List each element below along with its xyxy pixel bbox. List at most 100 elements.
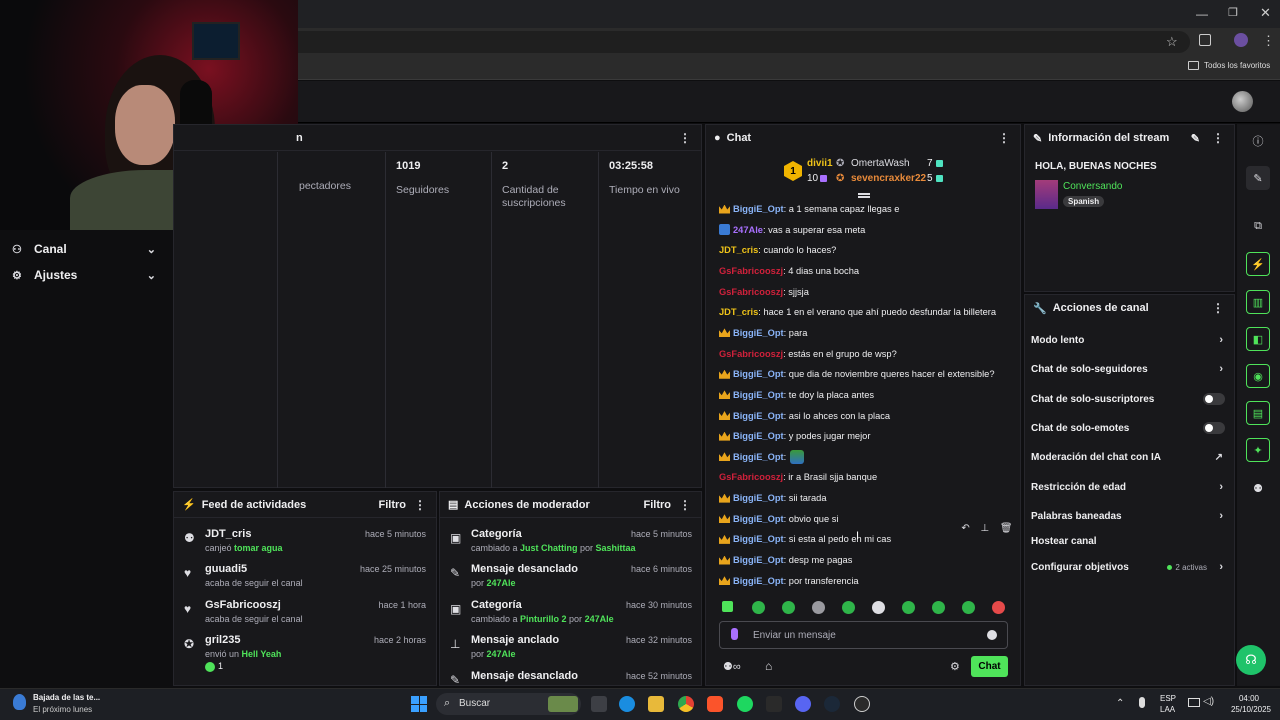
emote-icon[interactable] xyxy=(932,601,945,614)
action-ai-moderation[interactable]: Moderación del chat con IA ↗ xyxy=(1031,447,1227,467)
chat-message[interactable]: GsFabricooszj: ir a Brasil sjja banque xyxy=(719,469,1019,485)
chat-settings-icon[interactable]: ⚙ xyxy=(950,660,960,673)
reply-icon[interactable]: ↶ xyxy=(961,523,969,539)
feed-item[interactable]: ♥ GsFabricooszj acaba de seguir el canal… xyxy=(180,599,430,633)
chat-username[interactable]: BiggiE_Opt xyxy=(733,514,784,524)
chat-message[interactable]: 247Ale: vas a superar esa meta xyxy=(719,222,1019,238)
chat-username[interactable]: BiggiE_Opt xyxy=(733,493,784,503)
emote-icon[interactable] xyxy=(902,601,915,614)
display-icon[interactable] xyxy=(1188,698,1200,707)
more-options-icon[interactable]: ⋮ xyxy=(1212,131,1224,145)
chat-message[interactable]: GsFabricooszj: sjjsja xyxy=(719,284,1019,300)
note-icon[interactable]: ▥ xyxy=(1246,290,1270,314)
chat-username[interactable]: BiggiE_Opt xyxy=(733,204,784,214)
leader-second-name[interactable]: OmertaWash xyxy=(851,158,910,169)
emote-icon[interactable] xyxy=(842,601,855,614)
mod-action-item[interactable]: ✎ Mensaje desanclado por 247Ale hace 6 m… xyxy=(446,563,696,597)
volume-icon[interactable]: ◁) xyxy=(1203,696,1214,707)
chat-username[interactable]: BiggiE_Opt xyxy=(733,452,784,462)
more-options-icon[interactable]: ⋮ xyxy=(1212,301,1224,315)
start-menu-icon[interactable] xyxy=(411,696,427,712)
broadcast-icon[interactable]: ◉ xyxy=(1246,364,1270,388)
user-avatar[interactable] xyxy=(1232,91,1253,112)
spotify-icon[interactable] xyxy=(737,696,753,712)
weather-title[interactable]: Bajada de las te... xyxy=(33,693,100,702)
emotes-only-toggle[interactable] xyxy=(1203,422,1225,434)
mod-action-item[interactable]: ⊥ Mensaje anclado por 247Ale hace 32 min… xyxy=(446,634,696,668)
emoji-picker-icon[interactable] xyxy=(987,630,997,640)
clock-date[interactable]: 25/10/2025 xyxy=(1221,705,1271,714)
collapse-handle-icon[interactable] xyxy=(858,193,870,198)
chat-message[interactable]: BiggiE_Opt: sii tarada xyxy=(719,490,1019,506)
channel-points-icon[interactable]: ⚉∞ xyxy=(723,660,741,673)
chat-username[interactable]: GsFabricooszj xyxy=(719,266,783,276)
chat-username[interactable]: JDT_cris xyxy=(719,245,758,255)
profile-icon[interactable] xyxy=(1234,33,1248,47)
chat-username[interactable]: BiggiE_Opt xyxy=(733,411,784,421)
mod-action-item[interactable]: ▣ Categoría cambiado a Pinturillo 2 por … xyxy=(446,599,696,633)
emote-icon[interactable] xyxy=(752,601,765,614)
leader-third-name[interactable]: sevencraxker22 xyxy=(851,173,926,184)
discord-icon[interactable] xyxy=(795,696,811,712)
edit-icon[interactable]: ✎ xyxy=(1246,166,1270,190)
quick-action-icon[interactable]: ⚡ xyxy=(1246,252,1270,276)
feed-item[interactable]: ♥ guuadi5 acaba de seguir el canal hace … xyxy=(180,563,430,597)
clock-time[interactable]: 04:00 xyxy=(1221,694,1259,703)
moderator-filter-button[interactable]: Filtro xyxy=(644,499,672,511)
leader-first-name[interactable]: divii1 xyxy=(807,158,833,169)
edge-icon[interactable] xyxy=(619,696,635,712)
chat-username[interactable]: BiggiE_Opt xyxy=(733,328,784,338)
extensions-icon[interactable] xyxy=(1199,34,1211,46)
chat-send-button[interactable]: Chat xyxy=(971,656,1008,677)
wrench-icon[interactable]: ✦ xyxy=(1246,438,1270,462)
microphone-icon[interactable] xyxy=(1139,697,1145,708)
browser-menu-icon[interactable]: ⋮ xyxy=(1262,33,1275,49)
more-options-icon[interactable]: ⋮ xyxy=(679,131,691,145)
delete-icon[interactable]: 🗑 xyxy=(1000,523,1013,539)
cards-icon[interactable]: ▤ xyxy=(1246,401,1270,425)
support-headset-icon[interactable]: ☊ xyxy=(1236,645,1266,675)
chat-username[interactable]: 247Ale xyxy=(733,225,763,235)
action-followers-only[interactable]: Chat de solo-seguidores › xyxy=(1031,359,1227,379)
channel-points-icon[interactable]: ⚉ xyxy=(1246,476,1270,500)
language-bottom[interactable]: LAA xyxy=(1160,705,1175,714)
action-subscribers-only[interactable]: Chat de solo-suscriptores xyxy=(1031,389,1227,409)
chrome-icon[interactable] xyxy=(678,696,694,712)
maximize-icon[interactable]: ❐ xyxy=(1228,6,1238,19)
chat-message[interactable]: BiggiE_Opt: asi lo ahces con la placa xyxy=(719,408,1019,424)
chat-username[interactable]: BiggiE_Opt xyxy=(733,555,784,565)
action-banned-words[interactable]: Palabras baneadas › xyxy=(1031,506,1227,526)
info-icon[interactable]: ⓘ xyxy=(1246,129,1270,153)
chat-message[interactable]: BiggiE_Opt: a 1 semana capaz llegas e xyxy=(719,201,1019,217)
chat-input-placeholder[interactable]: Enviar un mensaje xyxy=(753,630,836,641)
chat-message[interactable]: BiggiE_Opt: desp me pagas xyxy=(719,552,1019,568)
chevron-up-icon[interactable]: ⌃ xyxy=(1116,698,1124,709)
emote-icon[interactable] xyxy=(992,601,1005,614)
chat-message[interactable]: BiggiE_Opt: xyxy=(719,449,1019,465)
clip-icon[interactable]: ⧉ xyxy=(1246,214,1270,238)
chat-message[interactable]: JDT_cris: cuando lo haces? xyxy=(719,242,1019,258)
edit-icon[interactable]: ✎ xyxy=(1191,132,1200,145)
subscribers-only-toggle[interactable] xyxy=(1203,393,1225,405)
chat-message[interactable]: BiggiE_Opt: por transferencia xyxy=(719,573,1019,589)
feed-filter-button[interactable]: Filtro xyxy=(379,499,407,511)
obs-icon[interactable] xyxy=(854,696,870,712)
task-view-icon[interactable] xyxy=(591,696,607,712)
language-tag[interactable]: Spanish xyxy=(1063,196,1105,207)
steam-icon[interactable] xyxy=(824,696,840,712)
chat-username[interactable]: BiggiE_Opt xyxy=(733,431,784,441)
emote-icon[interactable] xyxy=(962,601,975,614)
chat-message[interactable]: BiggiE_Opt: te doy la placa antes xyxy=(719,387,1019,403)
chat-username[interactable]: BiggiE_Opt xyxy=(733,576,784,586)
emote-icon[interactable] xyxy=(812,601,825,614)
action-emotes-only[interactable]: Chat de solo-emotes xyxy=(1031,418,1227,438)
file-explorer-icon[interactable] xyxy=(648,696,664,712)
chat-message[interactable]: BiggiE_Opt: y podes jugar mejor xyxy=(719,428,1019,444)
all-bookmarks-link[interactable]: Todos los favoritos xyxy=(1204,61,1270,70)
chat-username[interactable]: BiggiE_Opt xyxy=(733,534,784,544)
epic-games-icon[interactable] xyxy=(766,696,782,712)
brave-icon[interactable] xyxy=(707,696,723,712)
emote-icon[interactable] xyxy=(872,601,885,614)
chat-username[interactable]: BiggiE_Opt xyxy=(733,369,784,379)
taskbar-search-label[interactable]: Buscar xyxy=(459,698,490,709)
